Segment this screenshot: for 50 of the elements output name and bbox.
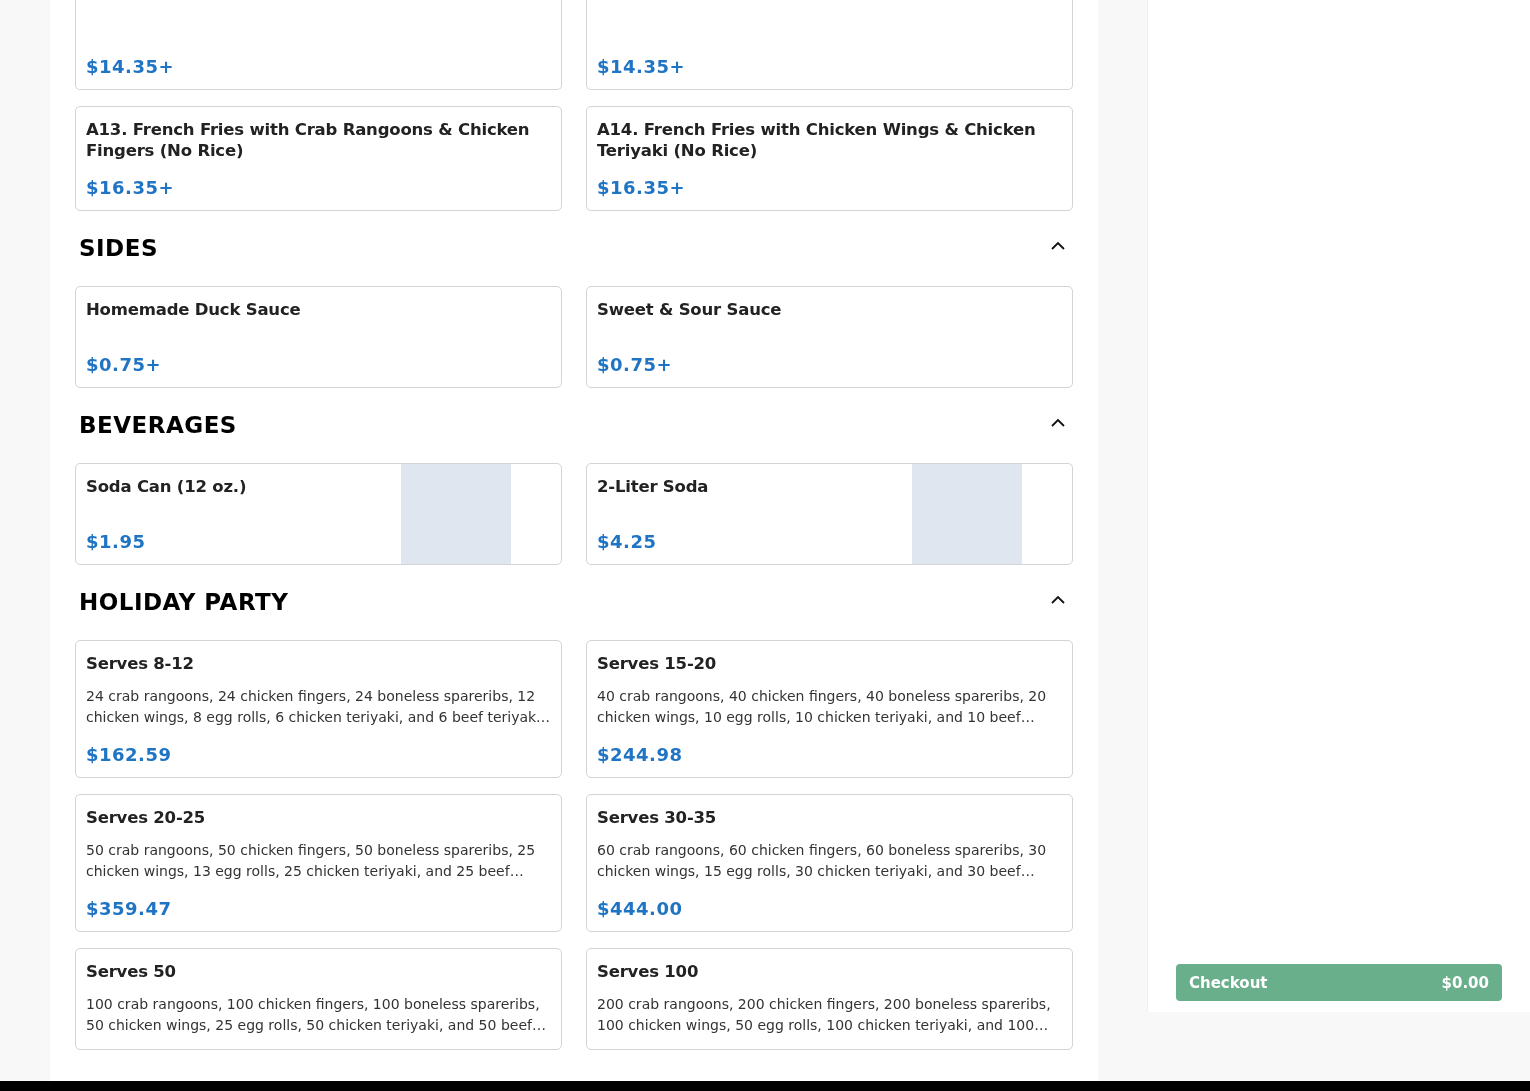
menu-item-card[interactable]: Homemade Duck Sauce $0.75+	[75, 286, 562, 388]
item-title: A14. French Fries with Chicken Wings & Chicken Teriyaki (No Rice)	[597, 119, 1037, 161]
item-title: Serves 100	[597, 961, 700, 982]
item-description: 50 crab rangoons, 50 chicken fingers, 50 boneless spareribs, 25 chicken wings, 13 egg rolls, 25 chicken teriyaki, and 25 beef…	[86, 841, 537, 881]
item-title: Serves 20-25	[86, 807, 207, 828]
item-price: $0.75+	[86, 353, 163, 375]
item-price: $14.35+	[86, 55, 176, 77]
item-title: Serves 15-20	[597, 653, 718, 674]
menu-item-card[interactable]: A13. French Fries with Crab Rangoons & Chicken Fingers (No Rice) $16.35+	[75, 106, 562, 211]
chevron-icon[interactable]	[1051, 595, 1065, 604]
item-price: $4.25	[597, 530, 658, 552]
menu-item-card[interactable]: Serves 8-12 24 crab rangoons, 24 chicken fingers, 24 boneless spareribs, 12 chicken wings, 8 egg rolls, 6 chicken teriyaki, and 6 beef teriyak… $162.59	[75, 640, 562, 778]
item-price: $16.35+	[86, 176, 176, 198]
item-description: 24 crab rangoons, 24 chicken fingers, 24 boneless spareribs, 12 chicken wings, 8 egg rolls, 6 chicken teriyaki, and 6 beef teriyak…	[86, 687, 551, 727]
item-description: 200 crab rangoons, 200 chicken fingers, 200 boneless spareribs, 100 chicken wings, 50 egg rolls, 100 chicken teriyaki, and 100…	[597, 995, 1052, 1035]
menu-item-card[interactable]: A14. French Fries with Chicken Wings & Chicken Teriyaki (No Rice) $16.35+	[586, 106, 1073, 211]
menu-item-card[interactable]: Serves 50 100 crab rangoons, 100 chicken fingers, 100 boneless spareribs, 50 chicken wings, 25 egg rolls, 50 chicken teriyaki, and 50 beef…	[75, 948, 562, 1050]
menu-item-card[interactable]: Soda Can (12 oz.) $1.95	[75, 463, 562, 565]
item-price: $162.59	[86, 743, 173, 765]
section-title: SIDES	[79, 235, 158, 261]
item-title: Homemade Duck Sauce	[86, 299, 302, 320]
section-title: HOLIDAY PARTY	[79, 589, 289, 615]
item-title: Serves 50	[86, 961, 177, 982]
item-title: A13. French Fries with Crab Rangoons & Chicken Fingers (No Rice)	[86, 119, 531, 161]
menu-item-card[interactable]: Serves 20-25 50 crab rangoons, 50 chicken fingers, 50 boneless spareribs, 25 chicken wings, 13 egg rolls, 25 chicken teriyaki, and 25 beef… $359.47	[75, 794, 562, 932]
item-description: 60 crab rangoons, 60 chicken fingers, 60 boneless spareribs, 30 chicken wings, 15 egg rolls, 30 chicken teriyaki, and 30 beef…	[597, 841, 1048, 881]
menu-item-card[interactable]: Serves 30-35 60 crab rangoons, 60 chicken fingers, 60 boneless spareribs, 30 chicken wings, 15 egg rolls, 30 chicken teriyaki, and 30 beef… $444.00	[586, 794, 1073, 932]
item-price: $16.35+	[597, 176, 687, 198]
item-price: $0.75+	[597, 353, 674, 375]
item-price: $244.98	[597, 743, 684, 765]
chevron-icon[interactable]	[1051, 241, 1065, 250]
item-title: 2-Liter Soda	[597, 476, 710, 497]
menu-item-card[interactable]: $14.35+	[75, 0, 562, 90]
item-price: $14.35+	[597, 55, 687, 77]
section-title: BEVERAGES	[79, 412, 237, 438]
menu-item-card[interactable]: Serves 15-20 40 crab rangoons, 40 chicken fingers, 40 boneless spareribs, 20 chicken wings, 10 egg rolls, 10 chicken teriyaki, and 10 beef… $244.98	[586, 640, 1073, 778]
menu-item-card[interactable]: Sweet & Sour Sauce $0.75+	[586, 286, 1073, 388]
item-title: Sweet & Sour Sauce	[597, 299, 783, 320]
item-title: Serves 30-35	[597, 807, 718, 828]
menu-item-card[interactable]: 2-Liter Soda $4.25	[586, 463, 1073, 565]
item-price: $444.00	[597, 897, 684, 919]
item-title: Serves 8-12	[86, 653, 195, 674]
item-price: $1.95	[86, 530, 147, 552]
menu-item-card[interactable]: Serves 100 200 crab rangoons, 200 chicken fingers, 200 boneless spareribs, 100 chicken wings, 50 egg rolls, 100 chicken teriyaki, and 100…	[586, 948, 1073, 1050]
item-description: 100 crab rangoons, 100 chicken fingers, 100 boneless spareribs, 50 chicken wings, 25 egg rolls, 50 chicken teriyaki, and 50 beef…	[86, 995, 547, 1035]
menu-item-card[interactable]: $14.35+	[586, 0, 1073, 90]
item-price: $359.47	[86, 897, 173, 919]
item-title: Soda Can (12 oz.)	[86, 476, 248, 497]
item-description: 40 crab rangoons, 40 chicken fingers, 40 boneless spareribs, 20 chicken wings, 10 egg rolls, 10 chicken teriyaki, and 10 beef…	[597, 687, 1048, 727]
chevron-icon[interactable]	[1051, 418, 1065, 427]
